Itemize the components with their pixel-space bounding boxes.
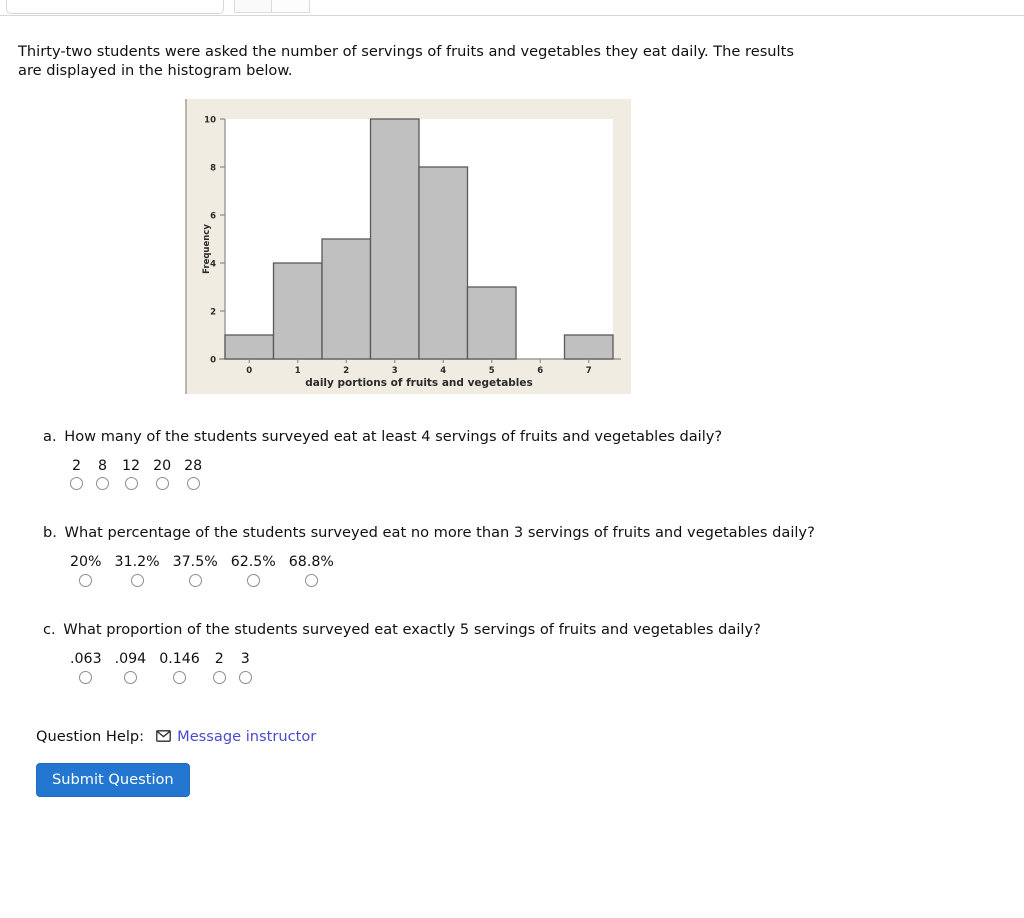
y-tick-label: 8 bbox=[210, 163, 216, 173]
answer-option-label: 8 bbox=[97, 457, 108, 474]
answer-option-label: 31.2% bbox=[114, 554, 160, 571]
answer-option[interactable]: .063 bbox=[70, 651, 102, 684]
answer-radio-button[interactable] bbox=[246, 574, 260, 588]
answer-option-label: 3 bbox=[240, 651, 250, 668]
y-tick-label: 6 bbox=[210, 211, 216, 221]
answer-option-label: 62.5% bbox=[230, 554, 276, 571]
question-prompt: Thirty-two students were asked the numbe… bbox=[18, 43, 794, 80]
answer-option[interactable]: 28 bbox=[184, 457, 203, 491]
answer-radio-button[interactable] bbox=[123, 670, 137, 684]
answer-option[interactable]: 12 bbox=[122, 457, 141, 491]
answer-option[interactable]: 20% bbox=[70, 554, 102, 588]
answer-radio-button[interactable] bbox=[70, 477, 83, 491]
answer-radio-button[interactable] bbox=[155, 477, 169, 491]
envelope-icon bbox=[156, 730, 171, 742]
answer-option[interactable]: 37.5% bbox=[172, 554, 218, 588]
question-text: a. How many of the students surveyed eat… bbox=[43, 428, 1006, 445]
answer-radio-button[interactable] bbox=[79, 670, 93, 684]
answer-radio-button[interactable] bbox=[304, 574, 318, 588]
question-letter: b. bbox=[43, 524, 57, 542]
header-button-group bbox=[234, 0, 310, 13]
answer-option[interactable]: 0.146 bbox=[159, 651, 200, 684]
x-tick-label: 7 bbox=[586, 366, 592, 376]
answer-option[interactable]: 3 bbox=[238, 651, 252, 684]
question-text: c. What proportion of the students surve… bbox=[43, 621, 1006, 638]
histogram-bar bbox=[369, 118, 420, 360]
next-question-button[interactable] bbox=[272, 0, 310, 13]
answer-option[interactable]: 62.5% bbox=[230, 554, 276, 588]
answer-option[interactable]: 2 bbox=[70, 457, 83, 491]
answer-option-label: 20 bbox=[153, 457, 172, 474]
answer-option-label: 28 bbox=[184, 457, 203, 474]
answer-radio-button[interactable] bbox=[173, 670, 186, 684]
answer-option[interactable]: 20 bbox=[153, 457, 172, 491]
question-tab[interactable]: ?Question 3 bbox=[6, 0, 224, 14]
x-axis-title: daily portions of fruits and vegetables bbox=[305, 377, 533, 389]
y-tick-label: 10 bbox=[204, 115, 216, 125]
answer-option[interactable]: .094 bbox=[114, 651, 147, 684]
answer-radio-button[interactable] bbox=[79, 574, 93, 588]
answer-option-label: 12 bbox=[122, 457, 141, 474]
x-tick-label: 5 bbox=[489, 366, 495, 376]
answer-options: 20% 31.2% 37.5% 62.5% 68.8% bbox=[70, 554, 1006, 588]
answer-radio-button[interactable] bbox=[124, 477, 138, 491]
answer-option-label: 0.146 bbox=[159, 651, 200, 668]
prev-question-button[interactable] bbox=[234, 0, 272, 13]
x-tick-label: 1 bbox=[295, 366, 301, 376]
answer-option-label: 2 bbox=[71, 457, 82, 474]
question-help-row: Question Help: Message instructor bbox=[36, 728, 1006, 745]
answer-options: .063 .094 0.146 2 3 bbox=[70, 651, 1006, 684]
question-help-label: Question Help: bbox=[36, 727, 145, 745]
question-block-b: b. What percentage of the students surve… bbox=[18, 524, 1006, 588]
score-area: 0/1 pt 3 bbox=[908, 0, 1018, 1]
x-tick-label: 3 bbox=[392, 366, 398, 376]
answer-option-label: 68.8% bbox=[288, 554, 334, 571]
histogram-bar bbox=[466, 286, 517, 360]
question-letter: c. bbox=[43, 621, 56, 639]
answer-option[interactable]: 68.8% bbox=[288, 554, 334, 588]
answer-options: 2 8 12 20 28 bbox=[70, 457, 1006, 491]
score-text: 0/1 pt bbox=[927, 0, 965, 1]
submit-question-button[interactable]: Submit Question bbox=[36, 762, 190, 797]
x-tick-label: 2 bbox=[343, 366, 349, 376]
histogram-figure: 0 2 4 6 8 10 0 1 2 3 4 5 6 7 daily portions of fruits… bbox=[185, 98, 631, 394]
answer-option[interactable]: 31.2% bbox=[114, 554, 160, 588]
histogram-bar bbox=[418, 166, 469, 360]
message-instructor-link[interactable]: Message instructor bbox=[177, 728, 316, 745]
question-body: What proportion of the students surveyed… bbox=[58, 621, 761, 639]
question-block-a: a. How many of the students surveyed eat… bbox=[18, 428, 1006, 491]
histogram-bar bbox=[272, 262, 323, 360]
question-body: What percentage of the students surveyed… bbox=[59, 524, 815, 542]
questions-container: a. How many of the students surveyed eat… bbox=[18, 428, 1006, 684]
question-text: b. What percentage of the students surve… bbox=[43, 524, 1006, 541]
answer-radio-button[interactable] bbox=[238, 670, 252, 684]
x-tick-label: 4 bbox=[440, 366, 446, 376]
answer-option-label: 20% bbox=[70, 554, 102, 571]
x-tick-label: 6 bbox=[537, 366, 543, 376]
y-axis-title: Frequency bbox=[202, 223, 212, 273]
answer-radio-button[interactable] bbox=[96, 477, 109, 491]
question-body: How many of the students surveyed eat at… bbox=[59, 427, 723, 445]
answer-option-label: .094 bbox=[114, 651, 147, 668]
answer-option[interactable]: 8 bbox=[96, 457, 109, 491]
histogram-svg: 02468100 1 2 3 4 5 6 7 daily portions of fruits… bbox=[187, 98, 631, 394]
question-block-c: c. What proportion of the students surve… bbox=[18, 621, 1006, 684]
question-header-bar: ?Question 3 0/1 pt 3 bbox=[0, 0, 1024, 16]
answer-option-label: 37.5% bbox=[172, 554, 218, 571]
y-tick-label: 2 bbox=[210, 307, 216, 317]
question-letter: a. bbox=[43, 427, 57, 445]
answer-option-label: 2 bbox=[214, 651, 224, 668]
y-tick-label: 0 bbox=[210, 355, 216, 365]
answer-option-label: .063 bbox=[70, 651, 102, 668]
answer-radio-button[interactable] bbox=[186, 477, 200, 491]
answer-radio-button[interactable] bbox=[130, 574, 144, 588]
answer-radio-button[interactable] bbox=[212, 670, 226, 684]
histogram-bar bbox=[563, 334, 614, 360]
attempts-text: 3 bbox=[991, 0, 999, 1]
histogram-bar bbox=[224, 334, 275, 360]
x-tick-label: 0 bbox=[246, 366, 252, 376]
histogram-bar bbox=[321, 238, 372, 360]
answer-radio-button[interactable] bbox=[188, 574, 202, 588]
answer-option[interactable]: 2 bbox=[212, 651, 226, 684]
